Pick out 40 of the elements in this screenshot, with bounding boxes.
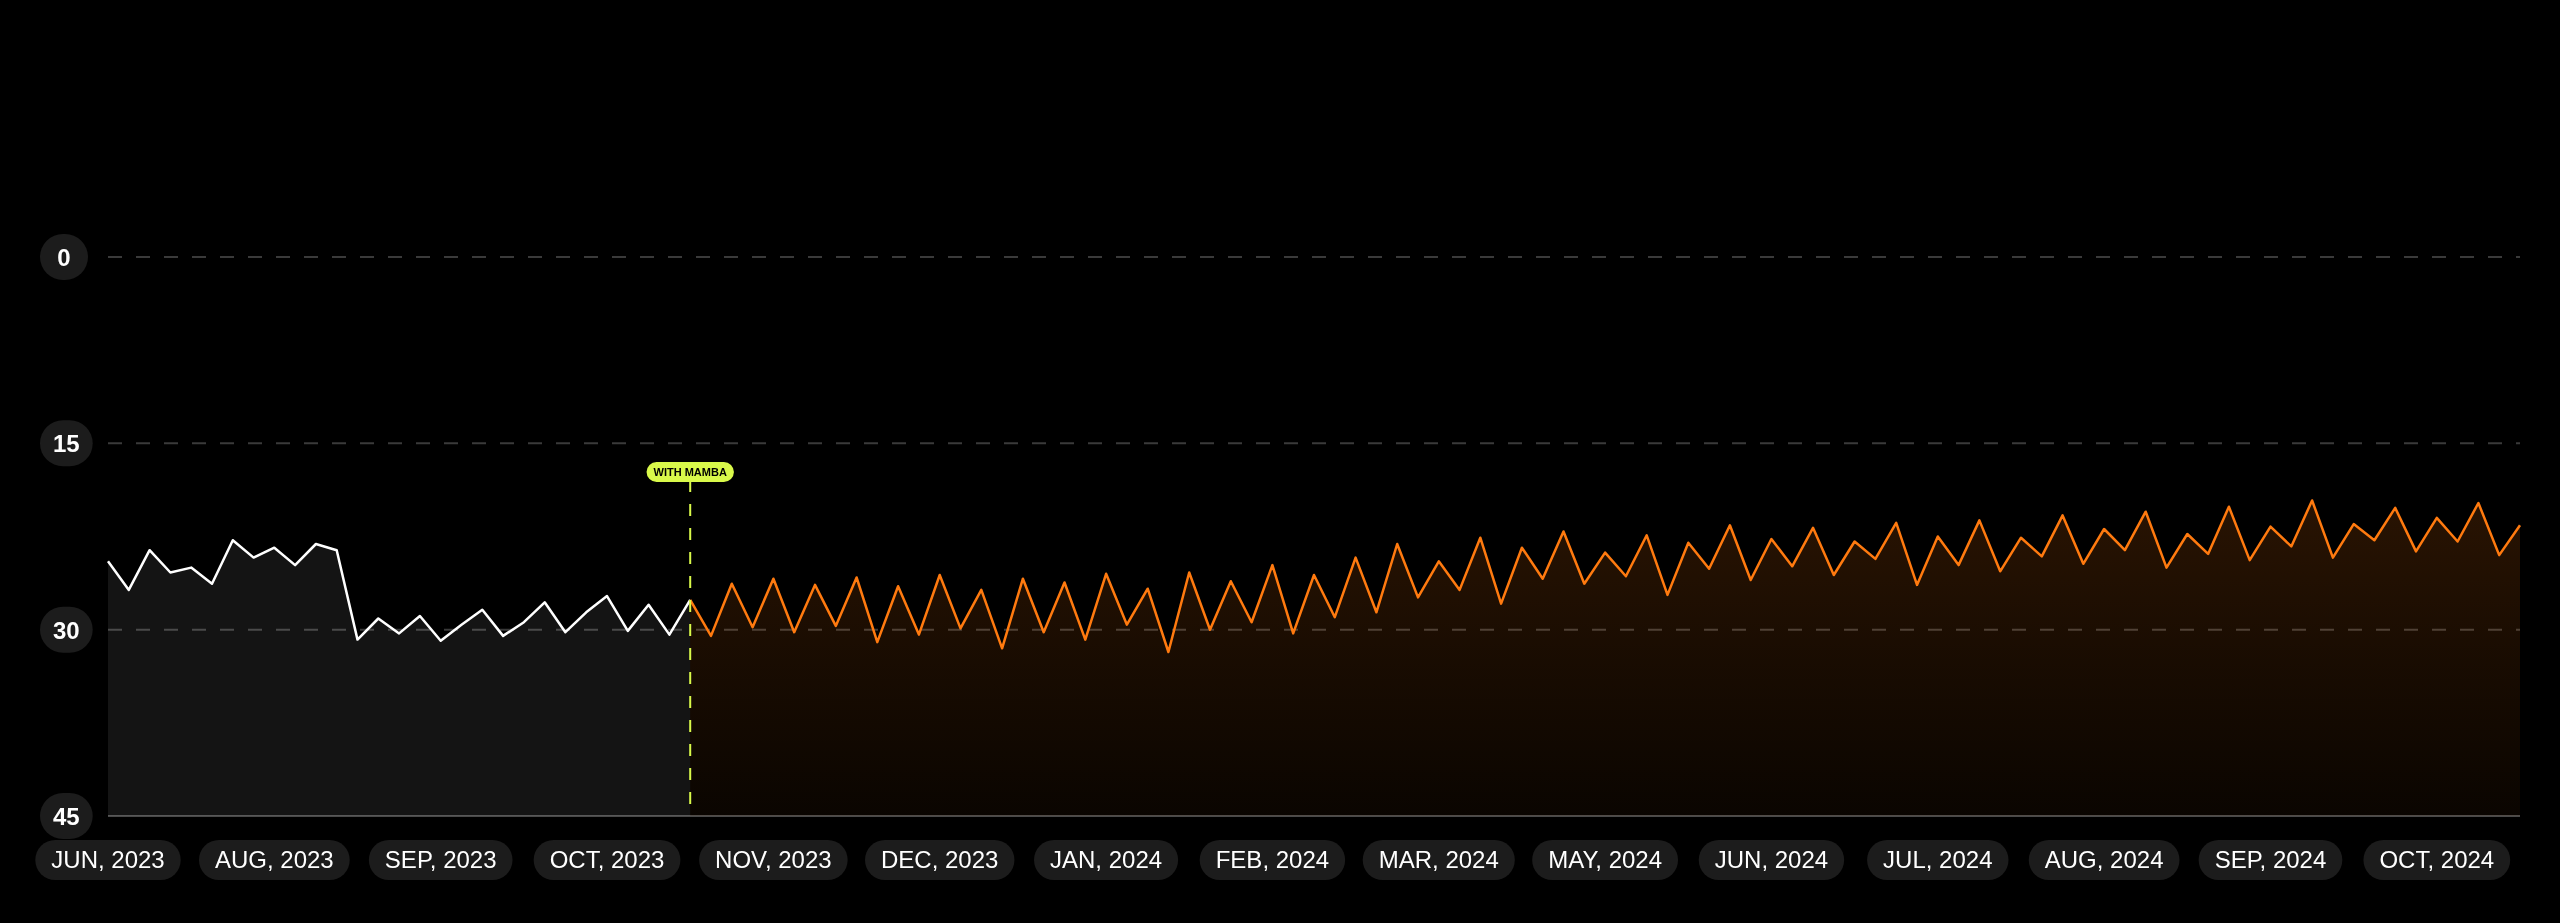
- annotation-label: WITH MAMBA: [646, 462, 734, 482]
- x-axis-label: OCT, 2023: [533, 840, 681, 880]
- x-axis-label: JUL, 2024: [1867, 840, 2009, 880]
- y-tick-label: 30: [53, 616, 80, 644]
- x-axis-label: AUG, 2023: [199, 840, 350, 880]
- x-tick-label: OCT, 2024: [2379, 846, 2495, 873]
- x-tick-label: DEC, 2023: [881, 846, 999, 873]
- x-axis-label: SEP, 2024: [2198, 840, 2343, 880]
- y-tick-label: 15: [53, 430, 80, 458]
- x-axis-label: DEC, 2023: [865, 840, 1015, 880]
- x-axis-label: MAR, 2024: [1362, 840, 1515, 880]
- x-tick-label: SEP, 2024: [2214, 846, 2327, 873]
- x-tick-label: OCT, 2023: [549, 846, 665, 873]
- x-tick-label: JUL, 2024: [1883, 846, 1993, 873]
- x-tick-label: SEP, 2023: [384, 846, 497, 873]
- y-axis-label: 45: [40, 793, 93, 839]
- x-axis-label: JUN, 2023: [35, 840, 181, 880]
- x-tick-label: AUG, 2024: [2044, 846, 2164, 873]
- x-tick-label: AUG, 2023: [214, 846, 334, 873]
- x-axis-label: SEP, 2023: [368, 840, 513, 880]
- x-tick-label: MAR, 2024: [1378, 846, 1499, 873]
- x-tick-label: JUN, 2023: [51, 846, 165, 873]
- x-axis-label: MAY, 2024: [1532, 840, 1679, 880]
- x-axis-label: AUG, 2024: [2028, 840, 2180, 880]
- x-tick-label: MAY, 2024: [1548, 846, 1663, 873]
- x-tick-label: JAN, 2024: [1050, 846, 1163, 873]
- x-axis-label: OCT, 2024: [2363, 840, 2511, 880]
- y-axis-label: 15: [40, 420, 93, 467]
- y-tick-label: 45: [53, 803, 80, 830]
- x-axis-label: JUN, 2024: [1698, 840, 1845, 880]
- x-axis-label: FEB, 2024: [1199, 840, 1346, 880]
- x-tick-label: NOV, 2023: [715, 846, 832, 873]
- y-axis-label: 0: [40, 234, 88, 280]
- x-tick-label: JUN, 2024: [1714, 846, 1829, 873]
- x-axis-label: JAN, 2024: [1034, 840, 1179, 880]
- y-tick-label: 0: [57, 244, 71, 271]
- x-axis-label: NOV, 2023: [699, 840, 848, 880]
- x-tick-label: FEB, 2024: [1215, 846, 1330, 873]
- annotation: WITH MAMBA: [653, 466, 727, 478]
- y-axis-label: 30: [40, 606, 93, 653]
